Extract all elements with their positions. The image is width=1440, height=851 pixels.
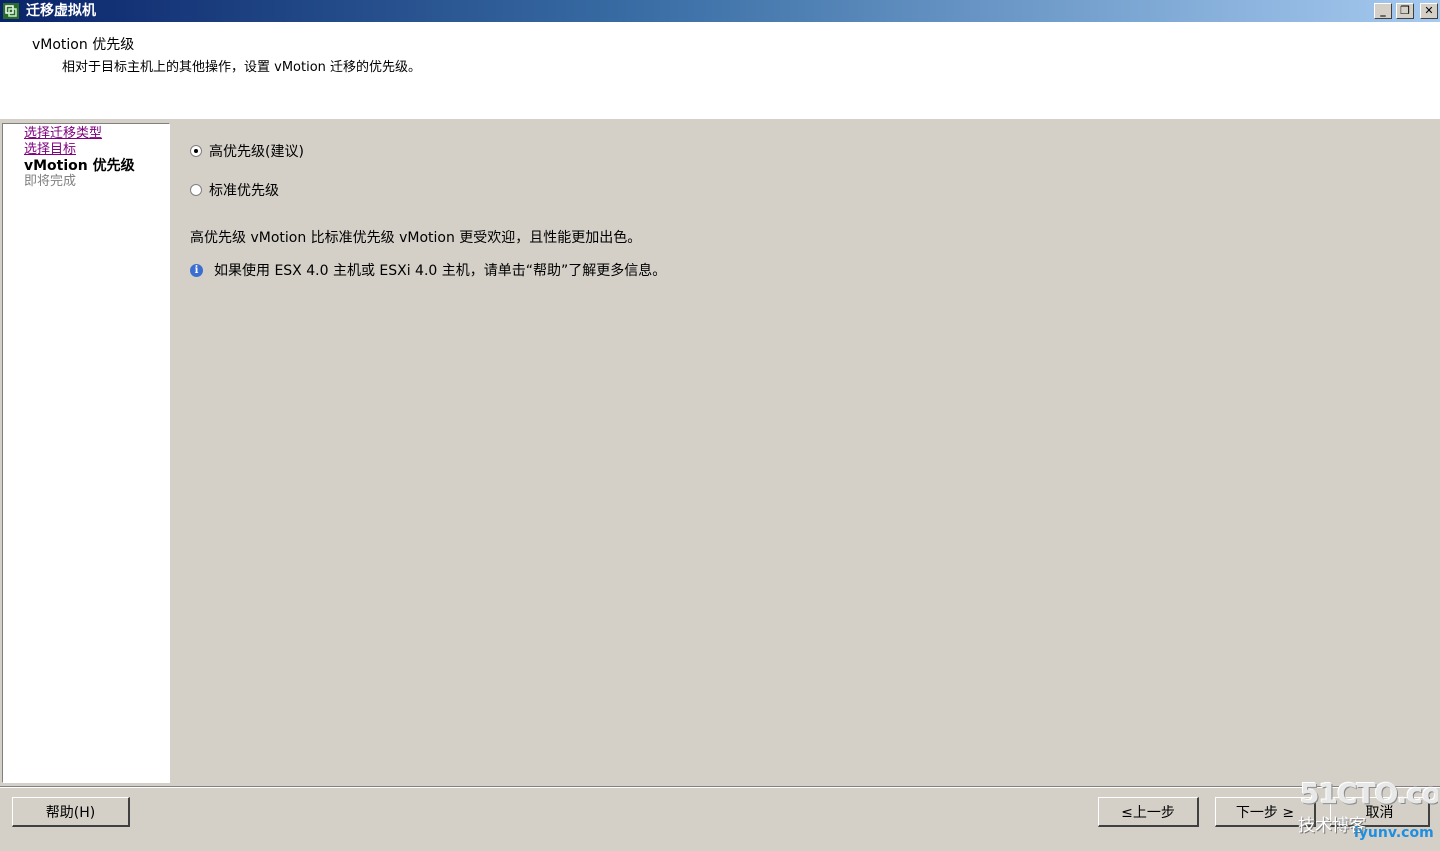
option-high-priority[interactable]: 高优先级(建议): [190, 141, 304, 161]
standard-priority-label[interactable]: 标准优先级: [209, 180, 279, 200]
watermark-logo: 51CTO.com 技术博客 iyunv.com: [1298, 777, 1438, 847]
minimize-button[interactable]: _: [1374, 3, 1392, 19]
page-subtitle: 相对于目标主机上的其他操作，设置 vMotion 迁移的优先级。: [62, 60, 422, 75]
header-divider: [0, 118, 1440, 119]
watermark-main-text: 51CTO.com: [1300, 777, 1438, 810]
close-button[interactable]: ✕: [1420, 3, 1438, 19]
window-title: 迁移虚拟机: [26, 3, 96, 19]
info-text: 如果使用 ESX 4.0 主机或 ESXi 4.0 主机，请单击“帮助”了解更多…: [214, 263, 667, 279]
nav-step-select-target[interactable]: 选择目标: [24, 142, 76, 158]
main-content: 高优先级(建议) 标准优先级 高优先级 vMotion 比标准优先级 vMoti…: [172, 123, 1440, 783]
wizard-steps-nav: 选择迁移类型 选择目标 vMotion 优先级 即将完成: [2, 123, 170, 783]
watermark-site-text: iyunv.com: [1354, 825, 1434, 841]
footer-divider-highlight: [0, 787, 1440, 788]
help-button[interactable]: 帮助(H): [12, 797, 130, 827]
back-button[interactable]: ≤上一步: [1098, 797, 1199, 827]
nav-step-migration-type[interactable]: 选择迁移类型: [24, 126, 102, 142]
title-bar: 迁移虚拟机 _ ❐ ✕: [0, 0, 1440, 22]
vmware-app-icon: [3, 3, 19, 19]
restore-button[interactable]: ❐: [1396, 3, 1414, 19]
standard-priority-radio[interactable]: [190, 184, 202, 196]
nav-step-vmotion-priority: vMotion 优先级: [24, 158, 135, 174]
info-icon: i: [190, 263, 203, 277]
high-priority-radio[interactable]: [190, 145, 202, 157]
page-title: vMotion 优先级: [32, 37, 135, 53]
nav-step-ready-to-complete: 即将完成: [24, 174, 77, 189]
priority-description: 高优先级 vMotion 比标准优先级 vMotion 更受欢迎，且性能更加出色…: [190, 230, 642, 246]
option-standard-priority[interactable]: 标准优先级: [190, 180, 279, 200]
high-priority-label[interactable]: 高优先级(建议): [209, 141, 304, 161]
info-message: i 如果使用 ESX 4.0 主机或 ESXi 4.0 主机，请单击“帮助”了解…: [190, 260, 666, 280]
wizard-header: vMotion 优先级 相对于目标主机上的其他操作，设置 vMotion 迁移的…: [0, 22, 1440, 119]
